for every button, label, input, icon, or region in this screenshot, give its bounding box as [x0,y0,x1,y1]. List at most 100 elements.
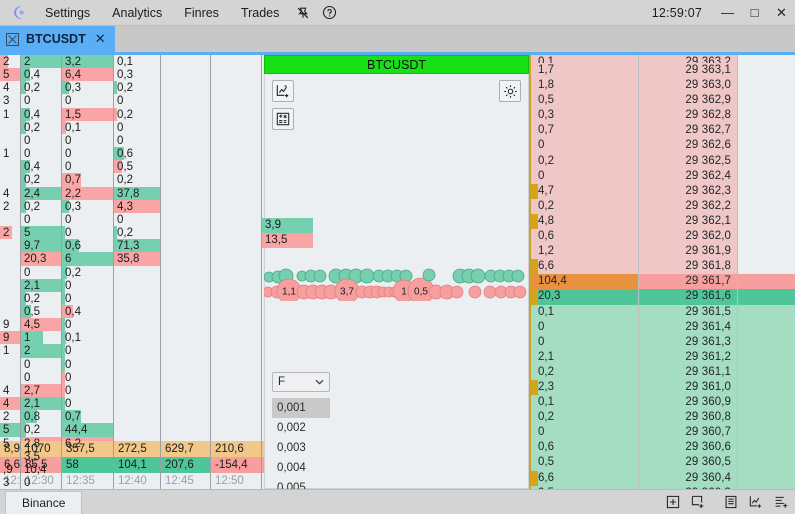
cluster-cell[interactable]: 1 [21,331,61,344]
order-book-price[interactable]: 29 361,4 [638,320,738,335]
order-book-price[interactable]: 29 362,5 [638,154,738,169]
cluster-cell[interactable]: 9,7 [21,239,61,252]
cluster-cell[interactable]: 2 [21,344,61,357]
order-book-volume[interactable]: 0 [529,138,638,153]
cluster-cell[interactable]: 0,2 [114,173,160,186]
list-panel-icon[interactable] [720,491,742,513]
order-book-price[interactable]: 29 363,1 [638,63,738,78]
order-book-ask-row[interactable]: 0,629 362,0 [529,229,795,244]
cluster-cell[interactable]: 5 [0,423,20,436]
cluster-cell[interactable]: 4 [0,397,20,410]
cluster-cell[interactable]: 3,2 [62,55,113,68]
cluster-cell[interactable]: 1 [0,344,20,357]
cluster-cell[interactable]: 0,2 [21,173,61,186]
add-row-panel-icon[interactable] [770,491,792,513]
cluster-cell[interactable] [0,173,20,186]
cluster-cell[interactable]: 2 [0,410,20,423]
cluster-cell[interactable]: 3 [0,94,20,107]
order-book-volume[interactable]: 0,6 [529,229,638,244]
cluster-cell[interactable]: 2 [0,55,20,68]
cluster-cell[interactable]: 0,2 [21,81,61,94]
cluster-cell[interactable]: 37,8 [114,187,160,200]
order-book-volume[interactable]: 0 [529,425,638,440]
cluster-cell[interactable] [0,134,20,147]
order-book-ask-row[interactable]: 4,829 362,1 [529,214,795,229]
order-book-bid-row[interactable]: 20,329 361,6 [529,289,795,304]
cluster-cell[interactable] [0,252,20,265]
order-book-volume[interactable]: 0,5 [529,455,638,470]
cluster-cell[interactable] [0,160,20,173]
cluster-cell[interactable] [0,121,20,134]
tab-btcusdt[interactable]: BTCUSDT ✕ [0,26,115,52]
order-book-volume[interactable]: 0,7 [529,123,638,138]
order-book-price[interactable]: 29 361,8 [638,259,738,274]
cluster-cell[interactable]: 2,2 [62,187,113,200]
duplicate-panel-icon[interactable] [687,491,709,513]
cluster-cell[interactable]: 0,3 [62,200,113,213]
cluster-column[interactable]: 3,26,40,301,50,10000,72,20,3000,660,2000… [62,55,114,489]
order-book-bid-row[interactable]: 2,129 361,2 [529,350,795,365]
cluster-cell[interactable] [0,292,20,305]
cluster-cell[interactable]: 0 [62,358,113,371]
cluster-cell[interactable]: 0 [62,147,113,160]
cluster-cell[interactable]: 0,1 [114,55,160,68]
order-book-volume[interactable]: 0,2 [529,365,638,380]
cluster-cell[interactable] [114,384,160,397]
order-book-volume[interactable]: 1,8 [529,78,638,93]
cluster-cell[interactable] [114,279,160,292]
cluster-cell[interactable]: 1 [0,108,20,121]
cluster-cell[interactable] [114,292,160,305]
cluster-cell[interactable]: 0 [62,160,113,173]
tick-option[interactable]: 0,003 [272,438,330,458]
order-book-price[interactable]: 29 360,8 [638,410,738,425]
cluster-cell[interactable] [114,410,160,423]
menu-item-trades[interactable]: Trades [230,0,290,26]
cluster-cell[interactable]: 0 [114,213,160,226]
tick-size-select[interactable]: F [272,372,330,392]
cluster-cell[interactable]: 0,1 [62,331,113,344]
cluster-cell[interactable]: 0 [21,213,61,226]
order-book-price[interactable]: 29 360,4 [638,471,738,486]
order-book-ask-row[interactable]: 1,229 361,9 [529,244,795,259]
cluster-cell[interactable]: 2 [21,55,61,68]
order-book-ask-row[interactable]: 4,729 362,3 [529,184,795,199]
tab-close-icon[interactable]: ✕ [93,31,108,47]
cluster-cell[interactable]: 6,4 [62,68,113,81]
menu-item-settings[interactable]: Settings [34,0,101,26]
cluster-cell[interactable] [0,266,20,279]
cluster-cell[interactable]: 0 [21,94,61,107]
cluster-cell[interactable]: 2,4 [21,187,61,200]
order-book-bid-row[interactable]: 0,229 360,8 [529,410,795,425]
order-book-volume[interactable]: 4,7 [529,184,638,199]
cluster-cell[interactable]: 1,5 [62,108,113,121]
order-book-price[interactable]: 29 361,0 [638,380,738,395]
cluster-cell[interactable]: 0,2 [21,423,61,436]
cluster-marker-bid[interactable]: 13,5 [262,233,313,248]
add-chart-panel-icon[interactable] [745,491,767,513]
cluster-cell[interactable]: 0 [62,384,113,397]
order-book-bid-row[interactable]: 0,529 360,5 [529,455,795,470]
cluster-cell[interactable] [114,344,160,357]
order-book-ask-row[interactable]: 0,529 362,9 [529,93,795,108]
cluster-cell[interactable]: 0 [62,279,113,292]
cluster-cell[interactable] [114,371,160,384]
maximize-button[interactable]: □ [741,0,768,26]
cluster-cell[interactable]: 0,3 [62,81,113,94]
order-book-ask-row[interactable]: 1,829 363,0 [529,78,795,93]
cluster-cell[interactable]: 0 [62,292,113,305]
order-book-price[interactable]: 29 362,0 [638,229,738,244]
cluster-cell[interactable]: 0 [62,371,113,384]
order-book-volume[interactable]: 20,3 [529,289,638,304]
cluster-cell[interactable]: 0,7 [62,410,113,423]
close-button[interactable]: ✕ [768,0,795,26]
order-book-price[interactable]: 29 361,1 [638,365,738,380]
cluster-cell[interactable] [114,318,160,331]
cluster-cell[interactable]: 9 [0,318,20,331]
cluster-cell[interactable] [0,358,20,371]
cluster-cell[interactable]: 0,2 [21,121,61,134]
cluster-cell[interactable]: 0 [21,266,61,279]
order-book-price[interactable]: 29 362,9 [638,93,738,108]
order-book-bid-row[interactable]: 0,129 361,5 [529,305,795,320]
tick-option[interactable]: 0,002 [272,418,330,438]
cluster-cell[interactable] [0,305,20,318]
